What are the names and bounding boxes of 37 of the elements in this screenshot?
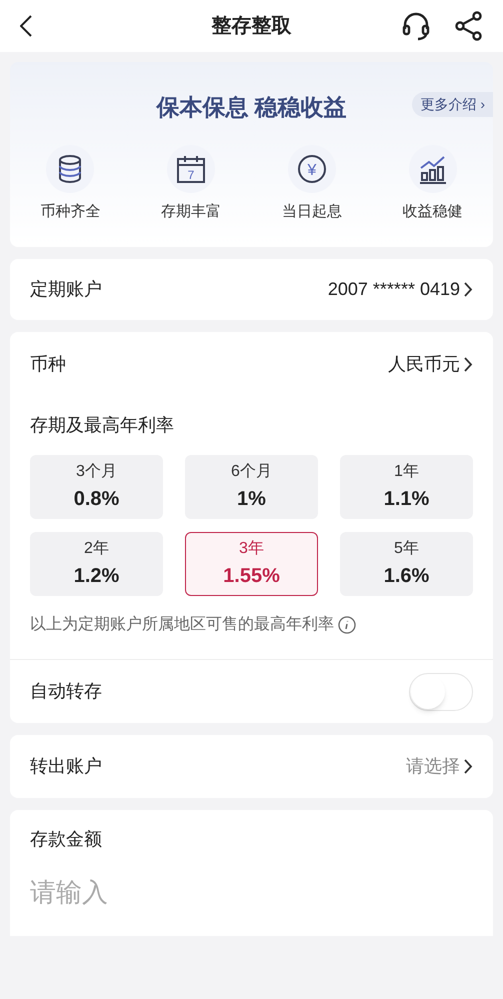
more-info-button[interactable]: 更多介绍 ›	[412, 92, 493, 117]
chevron-icon	[464, 282, 473, 297]
chevron-icon	[464, 356, 473, 372]
feature-label: 存期丰富	[161, 202, 222, 222]
page-title: 整存整取	[212, 14, 292, 39]
auto-renew-switch[interactable]	[409, 672, 473, 710]
amount-input-field[interactable]: 请输入	[10, 861, 493, 936]
currency-row[interactable]: 币种 人民币元	[10, 332, 493, 396]
row-label: 自动转存	[30, 680, 102, 703]
feature-label: 当日起息	[282, 202, 342, 222]
rate-note: 以上为定期账户所属地区可售的最高年利率	[30, 614, 334, 635]
back-icon[interactable]	[20, 15, 32, 37]
row-label: 定期账户	[30, 278, 102, 301]
account-row[interactable]: 定期账户 2007 ****** 0419	[10, 259, 493, 320]
bar-chart-icon	[418, 154, 448, 184]
source-account-row[interactable]: 转出账户 请选择	[10, 735, 493, 798]
row-label: 币种	[30, 352, 66, 376]
term-option[interactable]: 3个月 0.8%	[30, 455, 163, 519]
slogan: 保本保息 稳稳收益	[156, 93, 347, 122]
account-number: 2007 ****** 0419	[328, 278, 460, 301]
term-option[interactable]: 6个月 1%	[185, 455, 318, 519]
chevron-icon	[464, 759, 473, 774]
term-option[interactable]: 2年 1.2%	[30, 532, 163, 596]
feature-label: 币种齐全	[40, 202, 100, 222]
term-option[interactable]: 3年 1.55%	[185, 532, 318, 596]
term-option[interactable]: 1年 1.1%	[340, 455, 473, 519]
row-label: 转出账户	[30, 755, 102, 778]
info-icon[interactable]	[338, 616, 356, 634]
select-placeholder: 请选择	[406, 755, 460, 778]
currency-value: 人民币元	[388, 352, 460, 376]
yen-coin-icon: ¥	[296, 154, 327, 184]
share-icon[interactable]	[455, 11, 483, 41]
feature-label: 收益稳健	[402, 202, 463, 222]
row-label: 存款金额	[30, 829, 102, 849]
section-title: 存期及最高年利率	[30, 415, 174, 435]
headset-icon[interactable]	[401, 11, 431, 41]
term-option[interactable]: 5年 1.6%	[340, 532, 473, 596]
